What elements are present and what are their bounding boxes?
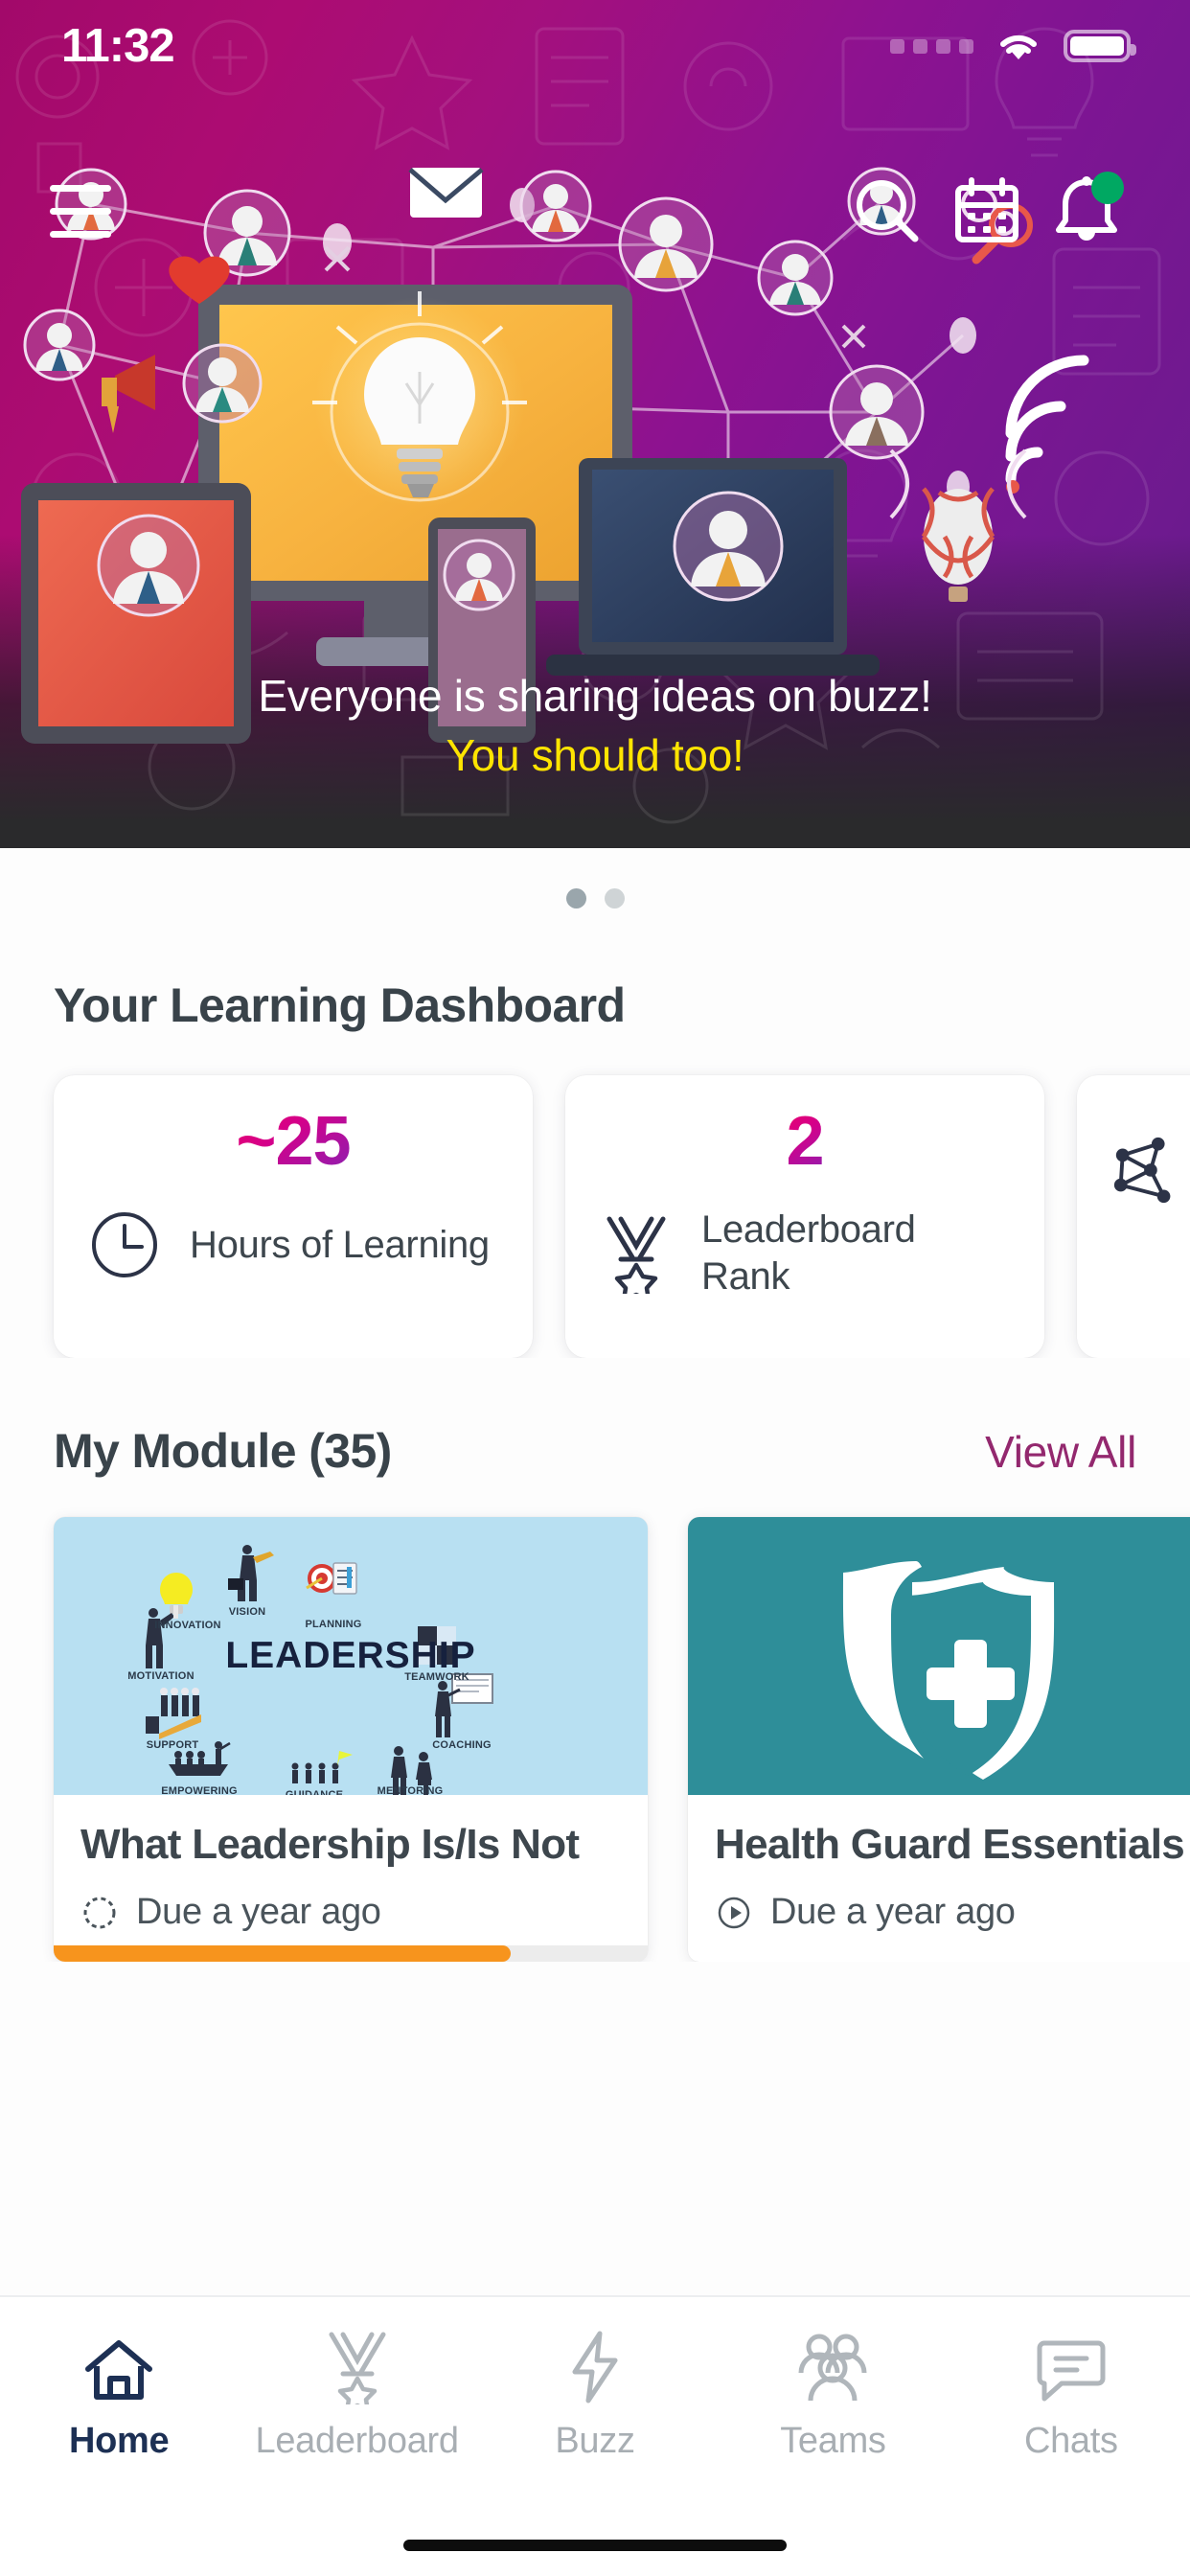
signal-dots-icon — [890, 38, 973, 54]
module-progress-bar — [54, 1945, 648, 1963]
battery-icon — [1064, 30, 1136, 62]
module-due-text: Due a year ago — [136, 1892, 381, 1933]
calendar-icon — [955, 177, 1018, 242]
hero-caption-line1: Everyone is sharing ideas on buzz! — [258, 670, 932, 721]
stat-card-body: Hours of Learning — [54, 1207, 533, 1283]
play-circle-icon — [718, 1897, 750, 1928]
nav-label: Chats — [1023, 2421, 1118, 2461]
module-name: Health Guard Essentials — [715, 1821, 1185, 1868]
thumb-label: VISION — [228, 1606, 266, 1618]
hero-banner[interactable]: Everyone is sharing ideas on buzz! You s… — [0, 0, 1190, 848]
modules-title: My Module (35) — [54, 1424, 392, 1478]
nav-label: Buzz — [555, 2421, 635, 2461]
status-bar: 11:32 — [0, 0, 1190, 92]
thumb-label: TEAMWORK — [404, 1671, 469, 1683]
dashed-circle-icon — [83, 1897, 116, 1929]
module-info: What Leadership Is/Is Not Due a year ago — [54, 1795, 648, 1962]
nav-label: Home — [69, 2421, 170, 2461]
medal-icon — [598, 1215, 675, 1294]
people-group-icon — [793, 2330, 872, 2404]
stat-card-hours-of-learning[interactable]: ~25 Hours of Learning — [54, 1075, 533, 1358]
stat-card-body — [1077, 1131, 1190, 1208]
module-due-text: Due a year ago — [770, 1892, 1016, 1933]
modules-header: My Module (35) View All — [0, 1358, 1190, 1479]
thumb-label: EMPOWERING — [161, 1785, 238, 1795]
notification-badge — [1091, 172, 1124, 204]
stat-label: Hours of Learning — [190, 1223, 490, 1266]
thumb-label: MOTIVATION — [127, 1670, 195, 1682]
dashboard-stat-cards[interactable]: ~25 Hours of Learning 2 Leaderboard Rank — [0, 1033, 1190, 1358]
clock-icon — [86, 1207, 163, 1283]
nav-item-home[interactable]: Home — [0, 2330, 238, 2462]
thumb-label: GUIDANCE — [285, 1789, 344, 1795]
search-button[interactable] — [837, 161, 937, 261]
dashboard-title: Your Learning Dashboard — [54, 978, 626, 1032]
thumb-label: SUPPORT — [146, 1739, 199, 1751]
hero-caption: Everyone is sharing ideas on buzz! You s… — [0, 669, 1190, 785]
stat-value: 2 — [786, 1103, 824, 1180]
wifi-icon — [1000, 34, 1037, 59]
module-info: Health Guard Essentials Due a year ago — [688, 1795, 1190, 1962]
module-due: Due a year ago — [80, 1892, 621, 1933]
main-content: Your Learning Dashboard ~25 Hours of Lea… — [0, 848, 1190, 2295]
thumb-label: INNOVATION — [154, 1620, 221, 1631]
nav-item-buzz[interactable]: Buzz — [476, 2330, 714, 2462]
medal-icon — [324, 2330, 391, 2404]
nav-item-teams[interactable]: Teams — [714, 2330, 951, 2462]
view-all-link[interactable]: View All — [985, 1426, 1136, 1478]
chat-bubble-icon — [1035, 2330, 1108, 2404]
thumb-label: PLANNING — [305, 1619, 362, 1630]
bottom-navigation-bar: Home Leaderboard Buzz Teams Chats — [0, 2295, 1190, 2576]
calendar-button[interactable] — [937, 161, 1037, 261]
status-indicators — [890, 30, 1136, 62]
nav-label: Teams — [780, 2421, 886, 2461]
thumb-label: COACHING — [432, 1739, 492, 1751]
carousel-dot-2[interactable] — [604, 888, 625, 908]
module-card-leadership[interactable]: LEADERSHIP INNOVATION VISION PLANNING MO… — [54, 1517, 648, 1963]
notifications-button[interactable] — [1037, 161, 1136, 261]
module-due: Due a year ago — [715, 1892, 1190, 1933]
home-icon — [82, 2330, 155, 2404]
nav-label: Leaderboard — [255, 2421, 460, 2461]
lightning-bolt-icon — [567, 2330, 623, 2404]
nav-item-leaderboard[interactable]: Leaderboard — [238, 2330, 475, 2462]
module-card-health-guard[interactable]: Health Guard Essentials Due a year ago — [688, 1517, 1190, 1963]
stat-value: ~25 — [236, 1103, 351, 1180]
modules-list[interactable]: LEADERSHIP INNOVATION VISION PLANNING MO… — [0, 1479, 1190, 1963]
top-navigation-bar — [0, 153, 1190, 268]
module-thumbnail: LEADERSHIP INNOVATION VISION PLANNING MO… — [54, 1517, 648, 1795]
stat-card-leaderboard-rank[interactable]: 2 Leaderboard Rank — [565, 1075, 1044, 1358]
status-time: 11:32 — [61, 20, 175, 72]
thumb-label: MENTORING — [377, 1785, 444, 1795]
stat-card-network[interactable] — [1077, 1075, 1190, 1358]
hero-caption-line2: You should too! — [446, 730, 744, 781]
search-icon — [857, 180, 919, 242]
carousel-dot-1[interactable] — [565, 888, 586, 908]
module-thumbnail — [688, 1517, 1190, 1795]
hamburger-menu-icon[interactable] — [40, 177, 123, 244]
carousel-dots[interactable] — [0, 848, 1190, 908]
stat-card-body: Leaderboard Rank — [565, 1207, 1044, 1300]
home-indicator — [403, 2540, 787, 2551]
network-graph-icon — [1110, 1131, 1186, 1208]
nav-item-chats[interactable]: Chats — [952, 2330, 1190, 2462]
stat-label: Leaderboard Rank — [701, 1208, 916, 1298]
module-name: What Leadership Is/Is Not — [80, 1821, 580, 1868]
